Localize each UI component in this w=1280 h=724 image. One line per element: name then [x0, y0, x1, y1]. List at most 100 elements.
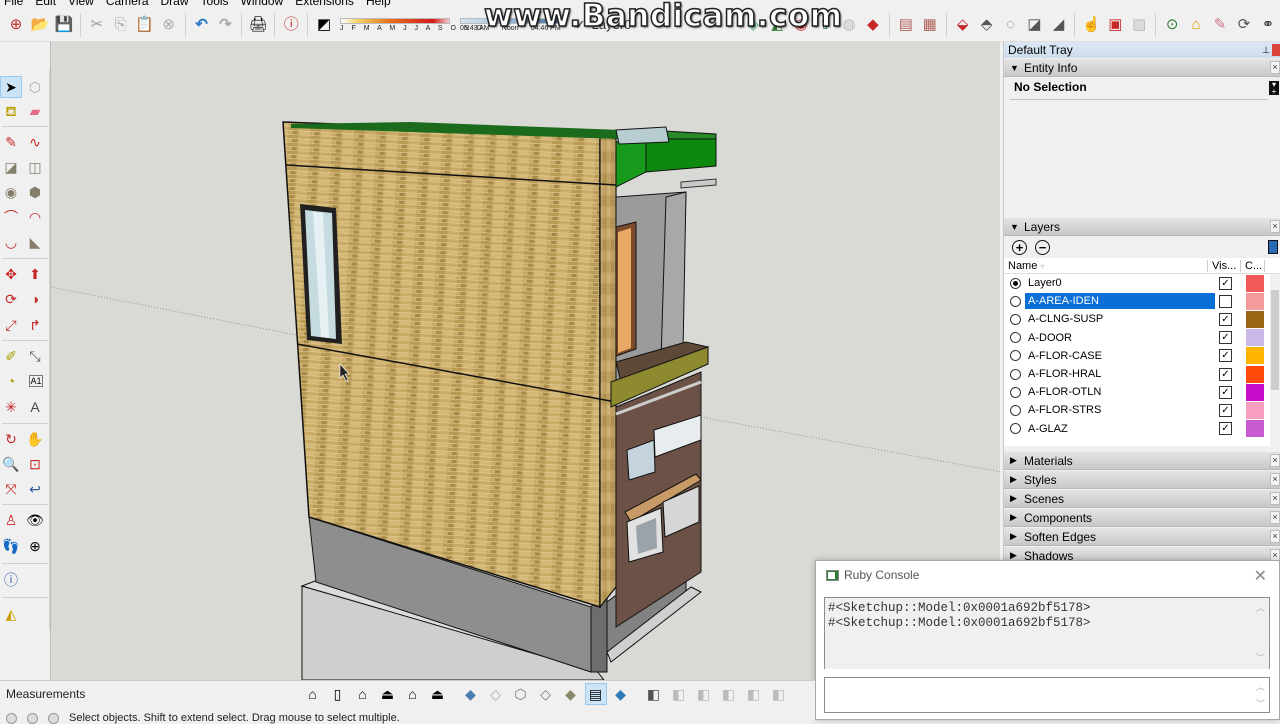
zoom-extents-icon[interactable]: ⤧: [0, 478, 22, 500]
layer-color-swatch[interactable]: [1246, 292, 1264, 310]
section-plane-icon[interactable]: ⊕: [24, 535, 46, 557]
layer-manager-icon[interactable]: ◈: [742, 13, 764, 37]
share-model-icon[interactable]: ⌂: [1185, 13, 1207, 37]
subtract-icon[interactable]: ◧: [693, 683, 715, 705]
monochrome-style-icon[interactable]: ◆: [610, 683, 632, 705]
polygon-tool-icon[interactable]: ⬢: [24, 181, 46, 203]
close-icon[interactable]: ×: [1270, 511, 1280, 524]
tray-close-icon[interactable]: [1272, 44, 1280, 56]
layer-name[interactable]: A-FLOR-HRAL: [1025, 366, 1215, 382]
visibility-checkbox[interactable]: ✓: [1219, 367, 1232, 381]
close-icon[interactable]: ×: [1270, 220, 1280, 233]
close-icon[interactable]: ×: [1270, 530, 1280, 543]
eraser-icon[interactable]: ▰: [24, 100, 46, 122]
layer-color-swatch[interactable]: [1246, 329, 1264, 347]
menu-edit[interactable]: Edit: [31, 0, 64, 8]
layer-color-swatch[interactable]: [1246, 274, 1264, 292]
line-tool-icon[interactable]: ✎: [0, 131, 22, 153]
push-pull-icon[interactable]: ⬆: [24, 263, 46, 285]
arc-tool-icon[interactable]: ⌒: [0, 206, 22, 228]
undo-icon[interactable]: ↶: [191, 13, 213, 37]
column-color[interactable]: C...: [1241, 259, 1265, 272]
panel-header-styles[interactable]: ▶ Styles ×: [1004, 471, 1280, 489]
extension-warehouse-icon[interactable]: ✎: [1209, 13, 1231, 37]
current-layer-dropdown[interactable]: ✓ Layer0: [575, 17, 657, 33]
dynamic-components-attributes-icon[interactable]: ▧: [1128, 13, 1150, 37]
ruby-console-input[interactable]: ︿ ﹀: [824, 677, 1270, 713]
split-icon[interactable]: ◧: [768, 683, 790, 705]
paste-icon[interactable]: 📋: [134, 13, 156, 37]
scrollbar-thumb[interactable]: [1271, 290, 1279, 390]
close-icon[interactable]: ✕: [1254, 566, 1267, 586]
interact-icon[interactable]: ☝: [1080, 13, 1102, 37]
visibility-checkbox[interactable]: ✓: [1219, 422, 1232, 436]
menu-help[interactable]: Help: [362, 0, 399, 8]
scroll-down-icon[interactable]: ﹀: [1256, 697, 1265, 710]
make-component-icon[interactable]: ⬡: [24, 76, 46, 98]
active-layer-radio[interactable]: [1010, 295, 1021, 307]
active-layer-radio[interactable]: [1010, 386, 1021, 398]
smoove-icon[interactable]: ⬙: [952, 13, 974, 37]
shadow-date-bar[interactable]: [340, 17, 451, 24]
cut-icon[interactable]: ✂: [86, 13, 108, 37]
sandbox-from-scratch-icon[interactable]: ▦: [919, 13, 941, 37]
layer-name[interactable]: A-DOOR: [1025, 330, 1215, 346]
panel-header-materials[interactable]: ▶ Materials ×: [1004, 452, 1280, 470]
look-around-icon[interactable]: 👁: [24, 509, 46, 531]
shaded-textures-style-icon[interactable]: ▤: [584, 683, 607, 705]
text-tool-icon[interactable]: A1: [29, 375, 43, 387]
layer-visibility-icon[interactable]: ◭: [766, 13, 788, 37]
redo-icon[interactable]: ↷: [214, 13, 236, 37]
circle-tool-icon[interactable]: ◉: [0, 181, 22, 203]
sandbox-from-contours-icon[interactable]: ▤: [895, 13, 917, 37]
rectangle-tool-icon[interactable]: ◪: [0, 156, 22, 178]
back-edges-style-icon[interactable]: ◇: [485, 683, 507, 705]
shadow-time-slider[interactable]: 06:43 AM Noon 04:46 PM: [460, 17, 561, 32]
open-file-icon[interactable]: 📂: [29, 13, 51, 37]
active-layer-radio[interactable]: [1010, 404, 1021, 416]
select-tool-icon[interactable]: ➤: [0, 76, 22, 98]
front-view-icon[interactable]: ⌂: [352, 683, 374, 705]
orbit-tool-icon[interactable]: ↻: [0, 428, 22, 450]
two-point-arc-icon[interactable]: ◡: [0, 231, 22, 253]
layer-name[interactable]: A-FLOR-OTLN: [1025, 384, 1215, 400]
layer-color-swatch[interactable]: [1246, 420, 1264, 438]
3d-warehouse-icon[interactable]: ⊙: [1161, 13, 1183, 37]
binoculars-icon[interactable]: ⚭: [1257, 13, 1279, 37]
visibility-checkbox[interactable]: ✓: [1219, 403, 1232, 417]
visibility-checkbox[interactable]: ✓: [1219, 331, 1232, 345]
active-layer-radio[interactable]: [1010, 350, 1021, 362]
layer-row[interactable]: A-FLOR-STRS ✓: [1004, 401, 1280, 419]
erase-icon[interactable]: ⊗: [158, 13, 180, 37]
layers-header[interactable]: ▼ Layers ×: [1004, 218, 1280, 236]
menu-file[interactable]: File: [0, 0, 31, 8]
layer-name[interactable]: Layer0: [1025, 275, 1215, 291]
zoom-window-icon[interactable]: ⊡: [24, 453, 46, 475]
left-view-icon[interactable]: ⏏: [427, 683, 449, 705]
ruby-gem-icon[interactable]: ◆: [862, 13, 884, 37]
rotated-rectangle-icon[interactable]: ◫: [24, 156, 46, 178]
layer-row[interactable]: A-FLOR-OTLN ✓: [1004, 383, 1280, 401]
add-detail-icon[interactable]: ◪: [1024, 13, 1046, 37]
active-layer-radio[interactable]: [1010, 313, 1021, 325]
model-info-icon[interactable]: ⓘ: [280, 13, 302, 37]
scroll-up-icon[interactable]: ︿: [1256, 602, 1265, 617]
layer-row[interactable]: A-FLOR-CASE ✓: [1004, 347, 1280, 365]
warehouse-red-icon[interactable]: ◉: [790, 13, 812, 37]
layer-name[interactable]: A-FLOR-CASE: [1025, 348, 1215, 364]
right-view-icon[interactable]: ⏏: [377, 683, 399, 705]
hidden-line-style-icon[interactable]: ◇: [535, 683, 557, 705]
scale-tool-icon[interactable]: ⤢: [0, 314, 22, 336]
axes-tool-icon[interactable]: ✳: [0, 396, 22, 418]
visibility-checkbox[interactable]: ✓: [1219, 385, 1232, 399]
layer-color-swatch[interactable]: [1246, 365, 1264, 383]
trim-icon[interactable]: ◧: [743, 683, 765, 705]
position-camera-icon[interactable]: ♙: [0, 509, 22, 531]
layer-row[interactable]: Layer0 ✓: [1004, 274, 1280, 292]
model-info-small-icon[interactable]: ⓘ: [0, 569, 22, 591]
rotate-tool-icon[interactable]: ⟳: [0, 288, 22, 310]
remove-layer-icon[interactable]: −: [1035, 239, 1050, 255]
active-layer-radio[interactable]: [1010, 277, 1021, 289]
xray-style-icon[interactable]: ◆: [460, 683, 482, 705]
scroll-up-icon[interactable]: ︿: [1256, 680, 1265, 693]
